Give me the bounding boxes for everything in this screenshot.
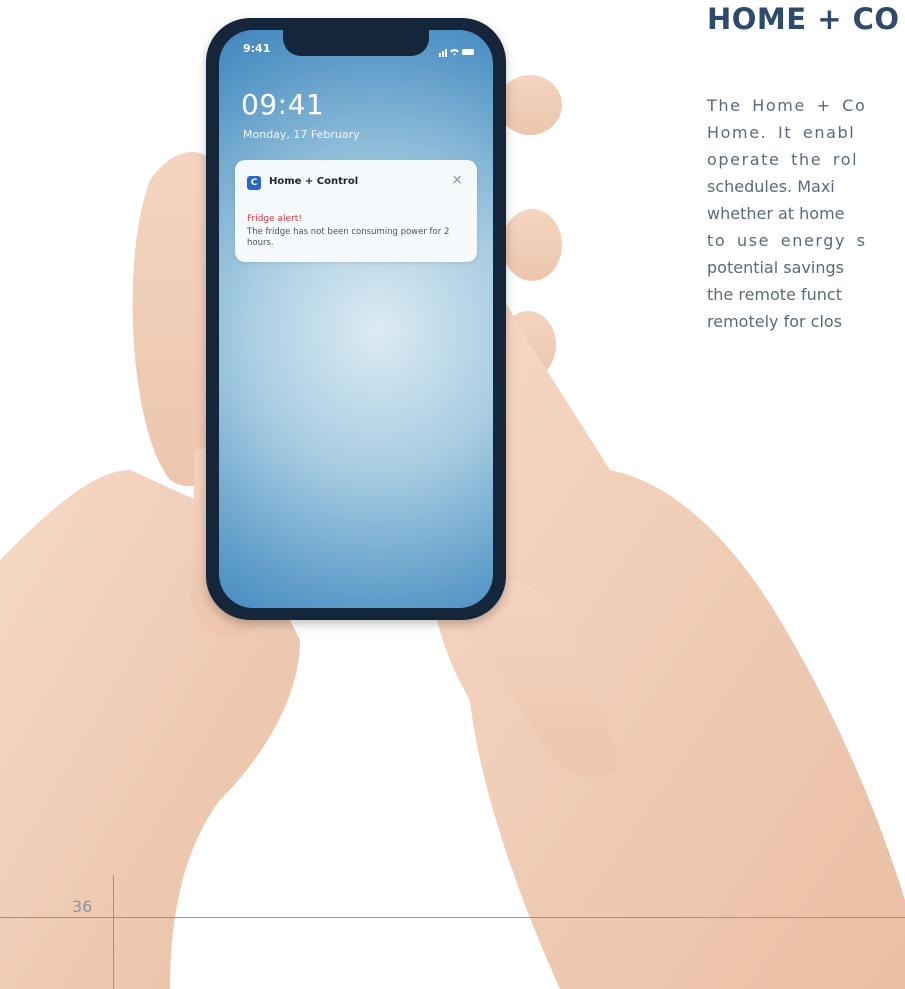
app-icon: C (247, 176, 261, 190)
status-icons (439, 42, 475, 61)
brochure-page: HOME + CO The Home + Co Home. It enabl o… (0, 0, 905, 989)
wifi-icon (450, 49, 459, 56)
status-time: 9:41 (243, 42, 271, 55)
notification-card[interactable]: C Home + Control × Fridge alert! The fri… (235, 160, 477, 262)
notification-title: Fridge alert! (247, 214, 302, 224)
grip-finger (502, 209, 562, 281)
lock-screen-time: 09:41 (241, 88, 325, 121)
page-number-divider (113, 875, 114, 989)
lock-screen: 9:41 09:41 Monday, 17 February C Home + … (219, 30, 493, 608)
footer-rule (0, 917, 905, 918)
battery-icon (462, 49, 474, 55)
smartphone: 9:41 09:41 Monday, 17 February C Home + … (206, 18, 506, 620)
grip-finger (498, 75, 562, 135)
phone-notch (283, 30, 429, 56)
notification-body: The fridge has not been consuming power … (247, 227, 450, 248)
page-number: 36 (72, 897, 93, 916)
signal-icon (439, 49, 447, 57)
close-icon[interactable]: × (451, 172, 463, 188)
lock-screen-date: Monday, 17 February (243, 128, 360, 141)
notification-app-name: Home + Control (269, 176, 359, 187)
